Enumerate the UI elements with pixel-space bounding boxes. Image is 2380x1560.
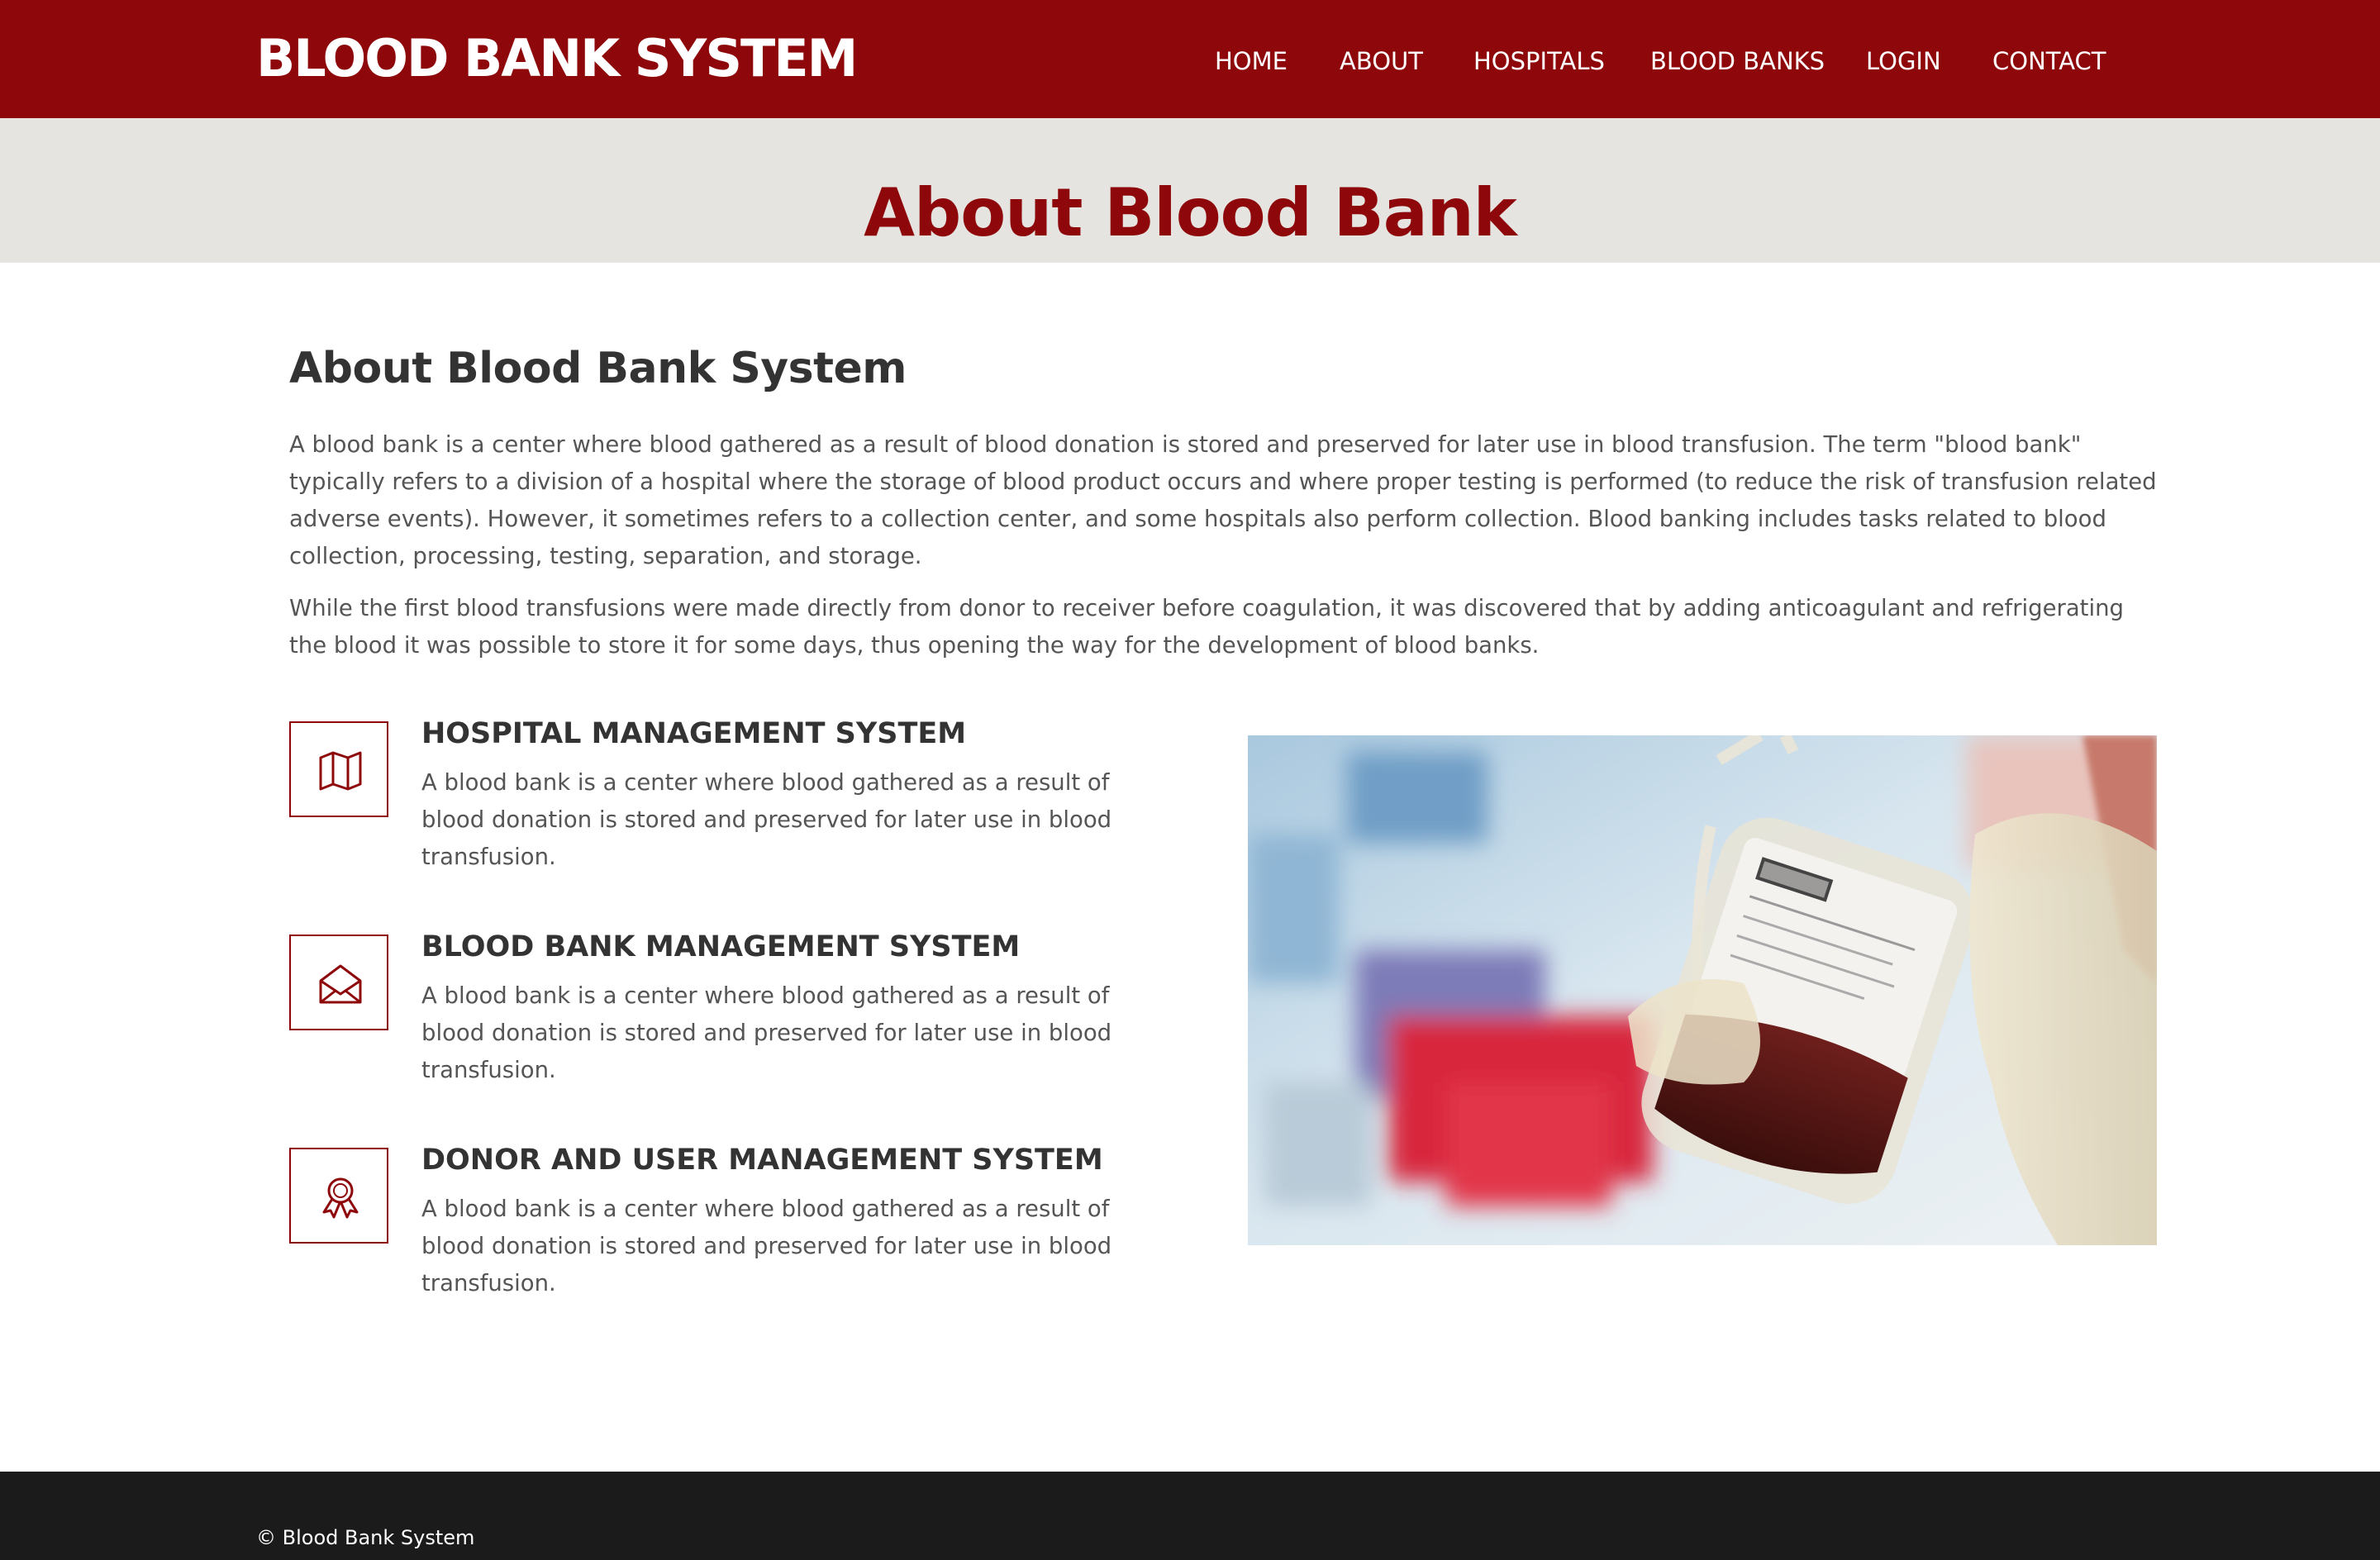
page-title: About Blood Bank: [864, 174, 1517, 251]
nav-login[interactable]: LOGIN: [1866, 46, 1941, 76]
feature-icon-box: [289, 1148, 388, 1244]
feature-title: HOSPITAL MANAGEMENT SYSTEM: [421, 717, 967, 750]
footer-copyright: © Blood Bank System: [256, 1526, 475, 1549]
envelope-open-icon: [319, 964, 362, 1004]
about-heading: About Blood Bank System: [289, 344, 907, 393]
nav-blood-banks[interactable]: BLOOD BANKS: [1650, 46, 1825, 76]
feature-icon-box: [289, 721, 388, 817]
nav-home[interactable]: HOME: [1215, 46, 1288, 76]
about-paragraph: A blood bank is a center where blood gat…: [289, 431, 2157, 569]
blood-bag-photo: [1248, 735, 2157, 1245]
feature-title: DONOR AND USER MANAGEMENT SYSTEM: [421, 1144, 1103, 1177]
feature-icon-box: [289, 935, 388, 1030]
map-icon: [319, 751, 362, 791]
nav-contact[interactable]: CONTACT: [1992, 46, 2106, 76]
about-paragraph: While the first blood transfusions were …: [289, 595, 2124, 659]
nav-about[interactable]: ABOUT: [1340, 46, 1423, 76]
feature-description: A blood bank is a center where blood gat…: [421, 769, 1112, 870]
feature-description: A blood bank is a center where blood gat…: [421, 982, 1112, 1083]
brand-logo-text[interactable]: BLOOD BANK SYSTEM: [256, 27, 858, 90]
feature-title: BLOOD BANK MANAGEMENT SYSTEM: [421, 930, 1021, 963]
nav-hospitals[interactable]: HOSPITALS: [1473, 46, 1605, 76]
award-icon: [322, 1177, 359, 1219]
feature-description: A blood bank is a center where blood gat…: [421, 1196, 1112, 1296]
